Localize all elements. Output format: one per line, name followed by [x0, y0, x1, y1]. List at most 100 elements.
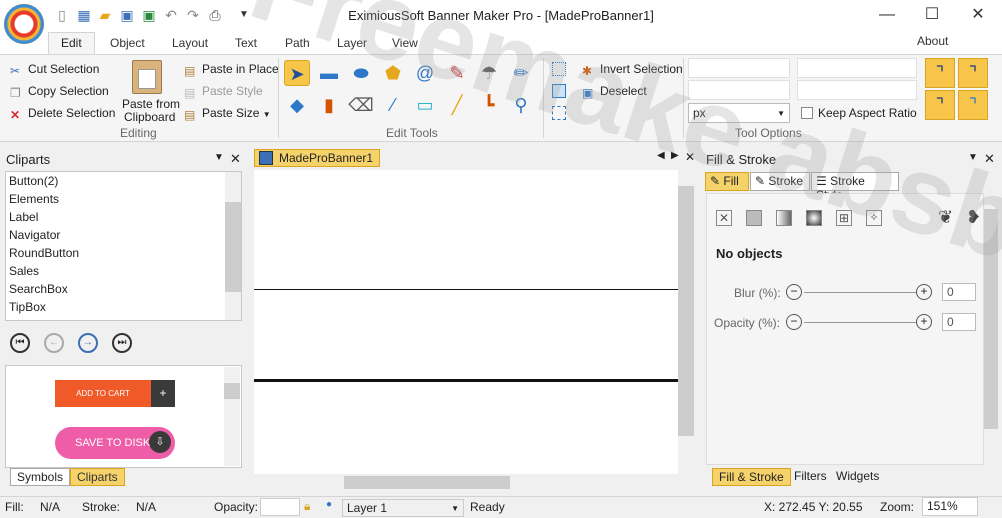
- tool-option-spinner-3[interactable]: [797, 58, 917, 78]
- align-top-right-icon[interactable]: ⌝: [958, 58, 988, 88]
- app-logo-icon[interactable]: [4, 4, 44, 44]
- previous-page-icon[interactable]: ←: [44, 333, 64, 353]
- fill-rule-nonzero-icon[interactable]: ❥: [966, 207, 981, 228]
- tab-stroke-style[interactable]: ☰ Stroke Style: [811, 172, 899, 202]
- close-button[interactable]: ✕: [963, 4, 993, 26]
- canvas[interactable]: [254, 170, 678, 474]
- list-item[interactable]: Label: [6, 208, 241, 226]
- copy-selection-button[interactable]: ❐ Copy Selection: [10, 84, 109, 100]
- flat-color-icon[interactable]: [746, 210, 762, 226]
- list-item[interactable]: Navigator: [6, 226, 241, 244]
- fill-rule-evenodd-icon[interactable]: ❦: [938, 207, 953, 228]
- freehand-pen-tool-icon[interactable]: ✎: [444, 60, 470, 86]
- spray-tool-icon[interactable]: ☂: [476, 60, 502, 86]
- linear-gradient-icon[interactable]: [776, 210, 792, 226]
- rectangle-tool-icon[interactable]: ▬: [316, 60, 342, 86]
- blur-minus-icon[interactable]: −: [786, 284, 802, 300]
- tab-widgets[interactable]: Widgets: [832, 468, 883, 484]
- paste-in-place-button[interactable]: ▤ Paste in Place: [184, 62, 279, 78]
- list-item[interactable]: Button(2): [6, 172, 241, 190]
- spiral-tool-icon[interactable]: @: [412, 60, 438, 86]
- tab-edit[interactable]: Edit: [48, 32, 95, 55]
- paint-bucket-tool-icon[interactable]: ▮: [316, 92, 342, 118]
- select-all-icon[interactable]: [552, 62, 566, 76]
- first-page-icon[interactable]: ⏮: [10, 333, 30, 353]
- opacity-plus-icon[interactable]: +: [916, 314, 932, 330]
- tab-object[interactable]: Object: [106, 36, 149, 50]
- opacity-value-input[interactable]: 0: [942, 313, 976, 331]
- tool-option-spinner-1[interactable]: [688, 58, 790, 78]
- paste-size-button[interactable]: ▤ Paste Size ▼: [184, 106, 271, 122]
- tool-option-spinner-2[interactable]: [688, 80, 790, 100]
- canvas-horizontal-scrollbar[interactable]: [254, 474, 678, 491]
- opacity-slider[interactable]: [804, 322, 916, 323]
- unit-select[interactable]: px ▼: [688, 103, 790, 123]
- blur-slider[interactable]: [804, 292, 916, 293]
- select-arrow-tool-icon[interactable]: ➤: [284, 60, 310, 86]
- preview-scrollbar[interactable]: [224, 367, 240, 466]
- tool-option-spinner-4[interactable]: [797, 80, 917, 100]
- blur-plus-icon[interactable]: +: [916, 284, 932, 300]
- connector-tool-icon[interactable]: ┗: [476, 92, 502, 118]
- ellipse-tool-icon[interactable]: ⬬: [348, 60, 374, 86]
- tab-text[interactable]: Text: [231, 36, 261, 50]
- panel-close-icon[interactable]: ✕: [230, 151, 241, 167]
- next-page-icon[interactable]: →: [78, 333, 98, 353]
- eraser-tool-icon[interactable]: ⌫: [348, 92, 374, 118]
- tab-layer[interactable]: Layer: [333, 36, 371, 50]
- swatch-fill-icon[interactable]: ✧: [866, 210, 882, 226]
- clipart-category-list[interactable]: Button(2) Elements Label Navigator Round…: [5, 171, 242, 321]
- list-scrollbar[interactable]: [225, 172, 241, 320]
- blur-value-input[interactable]: 0: [942, 283, 976, 301]
- status-opacity-input[interactable]: [260, 498, 300, 516]
- list-item[interactable]: SearchBox: [6, 280, 241, 298]
- zoom-tool-icon[interactable]: ⚲: [508, 92, 534, 118]
- layer-visibility-icon[interactable]: ●: [326, 499, 332, 510]
- radial-gradient-icon[interactable]: [806, 210, 822, 226]
- minimize-button[interactable]: —: [872, 4, 902, 26]
- measure-tool-icon[interactable]: ╱: [444, 92, 470, 118]
- list-item[interactable]: Sales: [6, 262, 241, 280]
- align-top-left-icon[interactable]: ⌝: [925, 58, 955, 88]
- no-fill-icon[interactable]: ✕: [716, 210, 732, 226]
- tab-fill-and-stroke[interactable]: Fill & Stroke: [712, 468, 791, 486]
- panel-close-icon[interactable]: ✕: [984, 151, 995, 167]
- keep-aspect-checkbox[interactable]: [801, 107, 813, 119]
- about-link[interactable]: About: [913, 34, 952, 48]
- align-bottom-left-icon[interactable]: ⌝: [925, 90, 955, 120]
- polygon-star-tool-icon[interactable]: ⬟: [380, 60, 406, 86]
- zoom-input[interactable]: 151%: [922, 497, 978, 516]
- paste-from-clipboard-label-1[interactable]: Paste from: [122, 97, 180, 111]
- dropper-tool-icon[interactable]: ⁄: [380, 92, 406, 118]
- tab-fill[interactable]: ✎ Fill: [705, 172, 749, 191]
- tab-left-icon[interactable]: ◀: [657, 150, 665, 161]
- selection-mode-icon[interactable]: [552, 106, 566, 120]
- paint-brush-tool-icon[interactable]: ✏: [508, 60, 534, 86]
- paste-style-button[interactable]: ▤ Paste Style: [184, 84, 263, 100]
- delete-selection-button[interactable]: ✕ Delete Selection: [10, 106, 115, 122]
- tab-view[interactable]: View: [388, 36, 422, 50]
- invert-selection-button[interactable]: ✱ Invert Selection: [582, 62, 683, 78]
- tab-symbols[interactable]: Symbols: [10, 468, 71, 486]
- list-item[interactable]: TipBox: [6, 298, 241, 316]
- select-same-icon[interactable]: [552, 84, 566, 98]
- layer-select[interactable]: Layer 1 ▼: [342, 499, 464, 517]
- maximize-button[interactable]: ☐: [917, 4, 947, 26]
- pattern-fill-icon[interactable]: ⊞: [836, 210, 852, 226]
- paste-from-clipboard-label-2[interactable]: Clipboard: [124, 110, 175, 124]
- list-item[interactable]: RoundButton: [6, 244, 241, 262]
- tab-cliparts[interactable]: Cliparts: [70, 468, 125, 486]
- tab-layout[interactable]: Layout: [168, 36, 212, 50]
- fill-panel-scrollbar[interactable]: [984, 193, 998, 465]
- panel-dropdown-icon[interactable]: ▼: [214, 152, 224, 163]
- tab-filters[interactable]: Filters: [790, 468, 831, 484]
- gradient-tool-icon[interactable]: ▭: [412, 92, 438, 118]
- align-bottom-right-icon[interactable]: ⌝: [958, 90, 988, 120]
- tab-path[interactable]: Path: [281, 36, 314, 50]
- panel-dropdown-icon[interactable]: ▼: [968, 152, 978, 163]
- last-page-icon[interactable]: ⏭: [112, 333, 132, 353]
- deselect-button[interactable]: ▣ Deselect: [582, 84, 647, 100]
- canvas-vertical-scrollbar[interactable]: [678, 170, 694, 474]
- lock-icon[interactable]: 🔒︎: [304, 499, 310, 514]
- add-to-cart-clipart[interactable]: ADD TO CART: [55, 380, 151, 407]
